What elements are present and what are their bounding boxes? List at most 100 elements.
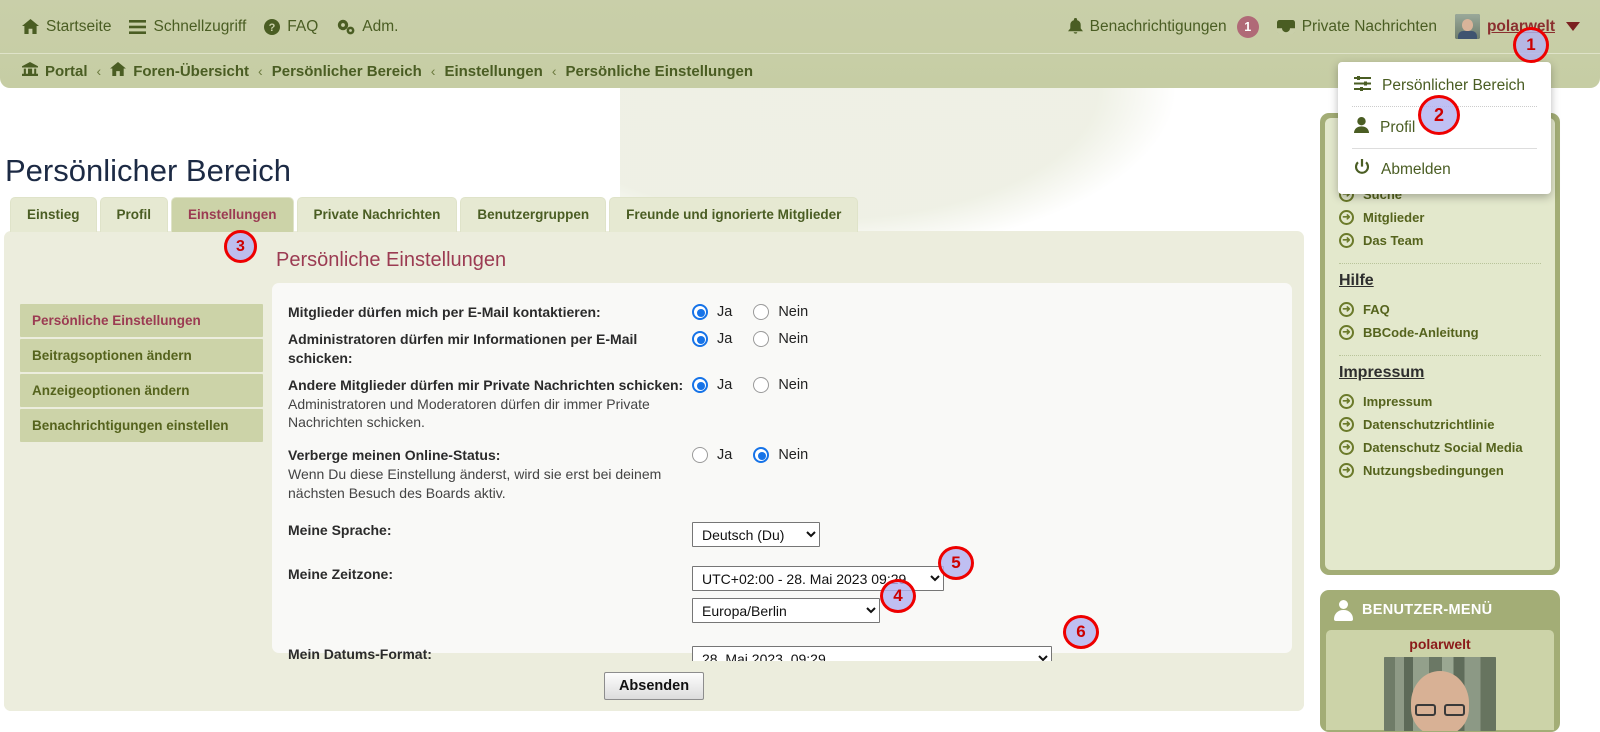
radio-label-nein[interactable]: Nein — [778, 304, 808, 320]
tab-freunde-ignorierte-mitglieder[interactable]: Freunde und ignorierte Mitglieder — [609, 197, 858, 232]
nav-label: Benachrichtigungen — [1090, 18, 1227, 36]
sidenav-label: Benachrichtigungen einstellen — [32, 418, 229, 433]
sidebar-link-datenschutz-social-media[interactable]: ➜ Datenschutz Social Media — [1339, 436, 1541, 459]
settings-side-nav: Persönliche Einstellungen Beitragsoption… — [20, 304, 263, 444]
sidebar-link-mitglieder[interactable]: ➜ Mitglieder — [1339, 206, 1541, 229]
sidenav-item-beitragsoptionen[interactable]: Beitragsoptionen ändern — [20, 339, 263, 372]
form-row-hide-online-status: Verberge meinen Online-Status: Wenn Du d… — [282, 436, 1274, 507]
breadcrumb-separator: ‹ — [97, 63, 102, 79]
form-row-admin-info: Administratoren dürfen mir Informationen… — [282, 326, 1274, 372]
nav-item-adm[interactable]: Adm. — [336, 18, 398, 36]
label-title: Meine Zeitzone: — [288, 565, 692, 584]
sidebar-heading-hilfe: Hilfe — [1339, 272, 1541, 290]
language-select[interactable]: Deutsch (Du) — [692, 522, 820, 547]
label-title: Andere Mitglieder dürfen mir Private Nac… — [288, 376, 692, 395]
notification-count-badge: 1 — [1237, 16, 1259, 38]
annotation-badge-4: 4 — [880, 579, 916, 613]
nav-item-private-messages[interactable]: Private Nachrichten — [1277, 18, 1437, 36]
nav-item-startseite[interactable]: Startseite — [22, 18, 111, 36]
radio-label-ja[interactable]: Ja — [717, 377, 732, 393]
sidebar-link-das-team[interactable]: ➜ Das Team — [1339, 229, 1541, 252]
breadcrumb-item-einstellungen[interactable]: Einstellungen — [444, 63, 542, 80]
user-menu-body: polarwelt — [1326, 630, 1554, 730]
radio-label-ja[interactable]: Ja — [717, 304, 732, 320]
menu-icon — [129, 20, 146, 34]
tab-label: Freunde und ignorierte Mitglieder — [626, 207, 841, 222]
tab-einstieg[interactable]: Einstieg — [10, 197, 97, 232]
nav-item-faq[interactable]: ? FAQ — [264, 18, 318, 36]
breadcrumb-item-persoenliche-einstellungen[interactable]: Persönliche Einstellungen — [565, 63, 753, 80]
tab-label: Einstellungen — [188, 207, 277, 222]
form-row-language: Meine Sprache: Deutsch (Du) — [282, 507, 1274, 551]
question-circle-icon: ? — [264, 19, 280, 35]
home-icon — [110, 62, 126, 80]
tab-private-nachrichten[interactable]: Private Nachrichten — [297, 197, 458, 232]
form-label: Meine Sprache: — [282, 521, 692, 540]
annotation-badge-1: 1 — [1513, 27, 1549, 63]
radio-pm-from-members-nein[interactable] — [753, 377, 769, 393]
sidebar-heading-impressum: Impressum — [1339, 364, 1541, 382]
radio-email-contact-nein[interactable] — [753, 304, 769, 320]
sidebar-link-impressum[interactable]: ➜ Impressum — [1339, 390, 1541, 413]
radio-group-hide-online-status: Ja Nein — [692, 446, 820, 463]
nav-item-schnellzugriff[interactable]: Schnellzugriff — [129, 18, 246, 36]
sidebar-link-nutzungsbedingungen[interactable]: ➜ Nutzungsbedingungen — [1339, 459, 1541, 482]
sidenav-item-anzeigeoptionen[interactable]: Anzeigeoptionen ändern — [20, 374, 263, 407]
label-title: Verberge meinen Online-Status: — [288, 446, 692, 465]
sidenav-item-persoenliche-einstellungen[interactable]: Persönliche Einstellungen — [20, 304, 263, 337]
page-root: Startseite Schnellzugriff ? FAQ — [0, 0, 1600, 732]
radio-label-ja[interactable]: Ja — [717, 331, 732, 347]
label-hint: Wenn Du diese Einstellung änderst, wird … — [288, 465, 692, 503]
arrow-right-circle-icon: ➜ — [1339, 302, 1354, 317]
tab-profil[interactable]: Profil — [100, 197, 169, 232]
user-menu-header: BENUTZER-MENÜ — [1320, 590, 1560, 630]
sidebar-link-label: Das Team — [1363, 233, 1423, 248]
breadcrumb-label: Persönlicher Bereich — [272, 63, 422, 80]
radio-admin-info-ja[interactable] — [692, 331, 708, 347]
radio-label-nein[interactable]: Nein — [778, 447, 808, 463]
radio-label-nein[interactable]: Nein — [778, 377, 808, 393]
cogs-icon — [336, 19, 355, 35]
language-control: Deutsch (Du) — [692, 521, 820, 547]
form-label: Administratoren dürfen mir Informationen… — [282, 330, 692, 368]
breadcrumb-item-foren-uebersicht[interactable]: Foren-Übersicht — [110, 62, 249, 80]
user-icon — [1354, 117, 1369, 138]
sidenav-item-benachrichtigungen[interactable]: Benachrichtigungen einstellen — [20, 409, 263, 442]
radio-label-nein[interactable]: Nein — [778, 331, 808, 347]
content-panel: Persönliche Einstellungen Persönliche Ei… — [4, 231, 1304, 711]
breadcrumb-item-persoenlicher-bereich[interactable]: Persönlicher Bereich — [272, 63, 422, 80]
radio-hide-online-ja[interactable] — [692, 447, 708, 463]
annotation-badge-3: 3 — [224, 230, 257, 263]
dropdown-item-label: Profil — [1380, 119, 1415, 137]
user-menu-username[interactable]: polarwelt — [1326, 636, 1554, 652]
nav-label: Schnellzugriff — [153, 18, 246, 36]
breadcrumb-item-portal[interactable]: Portal — [22, 62, 88, 81]
dropdown-item-abmelden[interactable]: Abmelden — [1338, 151, 1551, 188]
chevron-down-icon[interactable] — [1566, 22, 1580, 31]
nav-item-notifications[interactable]: Benachrichtigungen 1 — [1068, 16, 1259, 38]
form-row-email-contact: Mitglieder dürfen mich per E-Mail kontak… — [282, 299, 1274, 326]
radio-email-contact-ja[interactable] — [692, 304, 708, 320]
radio-label-ja[interactable]: Ja — [717, 447, 732, 463]
breadcrumb-label: Persönliche Einstellungen — [565, 63, 753, 80]
submit-button[interactable]: Absenden — [604, 672, 704, 700]
timezone-name-select[interactable]: Europa/Berlin — [692, 598, 880, 623]
form-label: Mitglieder dürfen mich per E-Mail kontak… — [282, 303, 692, 322]
radio-pm-from-members-ja[interactable] — [692, 377, 708, 393]
sidebar-link-bbcode-anleitung[interactable]: ➜ BBCode-Anleitung — [1339, 321, 1541, 344]
label-title: Meine Sprache: — [288, 521, 692, 540]
sidenav-label: Persönliche Einstellungen — [32, 313, 201, 328]
nav-label: FAQ — [287, 18, 318, 36]
sidebar-link-datenschutzrichtlinie[interactable]: ➜ Datenschutzrichtlinie — [1339, 413, 1541, 436]
breadcrumb-separator: ‹ — [258, 63, 263, 79]
radio-hide-online-nein[interactable] — [753, 447, 769, 463]
tab-benutzergruppen[interactable]: Benutzergruppen — [460, 197, 606, 232]
radio-admin-info-nein[interactable] — [753, 331, 769, 347]
tab-einstellungen[interactable]: Einstellungen — [171, 197, 294, 232]
sidebar-link-label: Nutzungsbedingungen — [1363, 463, 1504, 478]
radio-group-pm-from-members: Ja Nein — [692, 376, 820, 393]
annotation-badge-2: 2 — [1418, 95, 1460, 135]
sidebar-link-faq[interactable]: ➜ FAQ — [1339, 298, 1541, 321]
form-label: Meine Zeitzone: — [282, 565, 692, 584]
user-menu-avatar — [1384, 657, 1496, 731]
